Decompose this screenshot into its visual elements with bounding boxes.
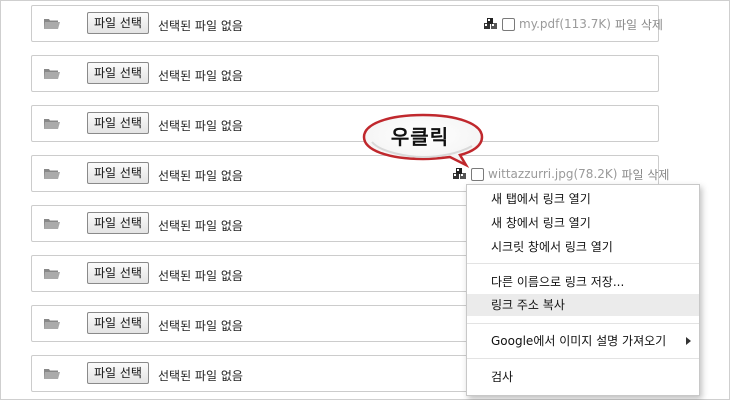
file-status-text: 선택된 파일 없음	[158, 69, 243, 83]
attachment-filename[interactable]: my.pdf(113.7K)	[519, 17, 611, 31]
folder-icon	[44, 119, 60, 129]
file-status-text: 선택된 파일 없음	[158, 169, 243, 183]
menu-item-open-new-tab[interactable]: 새 탭에서 링크 열기	[467, 188, 699, 210]
file-upload-row: 파일 선택 선택된 파일 없음	[31, 55, 659, 92]
file-status-text: 선택된 파일 없음	[158, 319, 243, 333]
choose-file-button[interactable]: 파일 선택	[87, 312, 149, 334]
choose-file-button[interactable]: 파일 선택	[87, 62, 149, 84]
folder-icon	[44, 269, 60, 279]
file-status-text: 선택된 파일 없음	[158, 369, 243, 383]
folder-icon	[44, 369, 60, 379]
delete-file-label: 파일 삭제	[614, 17, 663, 32]
delete-attachment-checkbox[interactable]	[471, 167, 484, 181]
choose-file-button[interactable]: 파일 선택	[87, 362, 149, 384]
file-status-text: 선택된 파일 없음	[158, 19, 243, 33]
attachment-filename[interactable]: wittazzurri.jpg(78.2K)	[488, 167, 617, 181]
choose-file-button[interactable]: 파일 선택	[87, 112, 149, 134]
folder-icon	[44, 319, 60, 329]
delete-attachment-checkbox[interactable]	[502, 17, 515, 31]
choose-file-button[interactable]: 파일 선택	[87, 12, 149, 34]
attachment-icon[interactable]	[452, 167, 468, 181]
menu-item-google-image-description[interactable]: Google에서 이미지 설명 가져오기	[467, 330, 699, 352]
folder-icon	[44, 69, 60, 79]
context-menu: 새 탭에서 링크 열기 새 창에서 링크 열기 시크릿 창에서 링크 열기 다른…	[466, 184, 700, 396]
delete-file-label: 파일 삭제	[621, 167, 670, 182]
choose-file-button[interactable]: 파일 선택	[87, 212, 149, 234]
folder-icon	[44, 219, 60, 229]
choose-file-button[interactable]: 파일 선택	[87, 262, 149, 284]
menu-item-save-link-as[interactable]: 다른 이름으로 링크 저장...	[467, 271, 699, 293]
file-status-text: 선택된 파일 없음	[158, 119, 243, 133]
attachment-icon	[484, 18, 497, 29]
menu-separator	[467, 323, 699, 324]
folder-icon	[44, 19, 60, 29]
choose-file-button[interactable]: 파일 선택	[87, 162, 149, 184]
menu-separator	[467, 358, 699, 359]
menu-item-open-incognito[interactable]: 시크릿 창에서 링크 열기	[467, 236, 699, 258]
file-status-text: 선택된 파일 없음	[158, 269, 243, 283]
menu-item-inspect[interactable]: 검사	[467, 366, 699, 388]
attachment-info: my.pdf(113.7K) 파일 삭제	[483, 16, 663, 32]
menu-separator	[467, 263, 699, 264]
file-upload-row: 파일 선택 선택된 파일 없음	[31, 105, 659, 142]
file-status-text: 선택된 파일 없음	[158, 219, 243, 233]
submenu-arrow-icon	[686, 337, 691, 345]
folder-icon	[44, 169, 60, 179]
file-upload-row: 파일 선택 선택된 파일 없음 my.pdf(113.7K) 파일 삭제	[31, 5, 663, 42]
attachment-info: wittazzurri.jpg(78.2K) 파일 삭제	[452, 166, 669, 182]
menu-item-copy-link-address[interactable]: 링크 주소 복사	[467, 294, 699, 316]
menu-item-open-new-window[interactable]: 새 창에서 링크 열기	[467, 212, 699, 234]
menu-item-label: Google에서 이미지 설명 가져오기	[491, 334, 667, 348]
callout-text: 우클릭	[390, 125, 450, 149]
